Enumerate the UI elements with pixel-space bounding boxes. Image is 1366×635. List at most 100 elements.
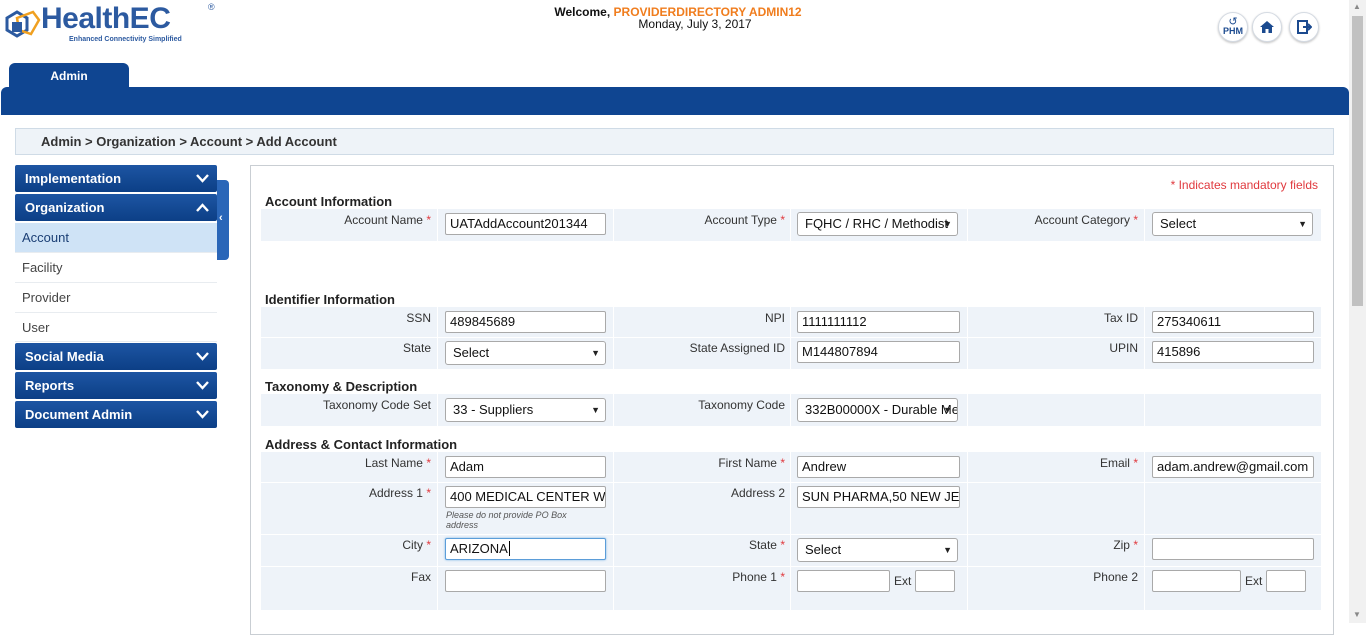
tax-id-input[interactable]: 275340611	[1152, 311, 1314, 333]
sidebar-label-organization: Organization	[25, 200, 105, 215]
phone1-input[interactable]	[797, 570, 890, 592]
mandatory-note: * Indicates mandatory fields	[1170, 178, 1318, 192]
account-name-input[interactable]: UATAddAccount201344	[445, 213, 606, 235]
address1-hint: Please do not provide PO Box address	[446, 510, 567, 530]
scroll-down-icon[interactable]: ▼	[1353, 610, 1361, 619]
taxonomy-code-label: Taxonomy Code	[698, 398, 785, 412]
address-state-select[interactable]: Select ▼	[797, 538, 958, 562]
logout-button[interactable]	[1289, 12, 1319, 42]
city-value: ARIZONA	[450, 541, 508, 556]
taxonomy-code-set-label: Taxonomy Code Set	[322, 398, 431, 412]
account-type-select[interactable]: FQHC / RHC / Methodist ▼	[797, 212, 958, 236]
address-state-label: State *	[748, 538, 785, 552]
tax-id-label: Tax ID	[1103, 311, 1138, 325]
chevron-down-icon	[196, 352, 209, 361]
state-value: Select	[453, 345, 490, 360]
state-assigned-id-input[interactable]: M144807894	[797, 341, 960, 363]
chevron-left-icon: ‹	[219, 212, 223, 224]
scroll-up-icon[interactable]: ▲	[1353, 2, 1361, 11]
section-identifier-info: Identifier Information	[265, 292, 395, 307]
zip-input[interactable]	[1152, 538, 1314, 560]
dropdown-arrow-icon: ▼	[591, 348, 600, 358]
email-label: Email *	[1099, 456, 1138, 470]
address2-label: Address 2	[730, 486, 785, 500]
account-category-label: Account Category *	[1034, 213, 1138, 227]
fax-label: Fax	[410, 570, 431, 584]
address1-label: Address 1 *	[368, 486, 431, 500]
phone1-ext-input[interactable]	[915, 570, 955, 592]
dropdown-arrow-icon: ▼	[1298, 219, 1307, 229]
sidebar-item-implementation[interactable]: Implementation	[15, 165, 217, 192]
city-label: City *	[402, 538, 431, 552]
dropdown-arrow-icon: ▼	[943, 405, 952, 415]
upin-input[interactable]: 415896	[1152, 341, 1314, 363]
phm-button[interactable]: ↺ PHM	[1218, 12, 1248, 42]
sidebar-label-social-media: Social Media	[25, 349, 104, 364]
sidebar-item-organization[interactable]: Organization	[15, 194, 217, 221]
chevron-down-icon	[196, 381, 209, 390]
home-icon	[1260, 21, 1274, 33]
npi-input[interactable]: 1111111112	[797, 311, 960, 333]
dropdown-arrow-icon: ▼	[943, 219, 952, 229]
account-name-label: Account Name *	[344, 213, 431, 227]
sidebar-item-facility[interactable]: Facility	[15, 253, 217, 283]
address-state-value: Select	[805, 542, 842, 557]
zip-label: Zip *	[1113, 538, 1138, 552]
taxonomy-code-set-value: 33 - Suppliers	[453, 402, 534, 417]
phone1-label: Phone 1 *	[732, 570, 785, 584]
first-name-label: First Name *	[718, 456, 785, 470]
ssn-label: SSN	[406, 311, 431, 325]
nav-bar	[1, 87, 1349, 115]
sidebar-collapse-handle[interactable]: ‹	[217, 180, 229, 260]
taxonomy-code-set-select[interactable]: 33 - Suppliers ▼	[445, 398, 606, 422]
phone2-label: Phone 2	[1093, 570, 1138, 584]
phone2-ext-input[interactable]	[1266, 570, 1306, 592]
email-input[interactable]: adam.andrew@gmail.com	[1152, 456, 1314, 478]
state-label: State	[402, 341, 431, 355]
breadcrumb: Admin > Organization > Account > Add Acc…	[15, 128, 1334, 155]
upin-label: UPIN	[1109, 341, 1138, 355]
phone2-ext-label: Ext	[1245, 574, 1263, 588]
address2-input[interactable]: SUN PHARMA,50 NEW JERSEY	[797, 486, 960, 508]
phm-label: PHM	[1223, 26, 1243, 36]
scrollbar[interactable]: ▲ ▼	[1349, 0, 1366, 623]
sidebar-item-reports[interactable]: Reports	[15, 372, 217, 399]
sidebar-label-document-admin: Document Admin	[25, 407, 133, 422]
sidebar-item-account[interactable]: Account	[15, 223, 217, 253]
address1-input[interactable]: 400 MEDICAL CENTER WAY	[445, 486, 606, 508]
dropdown-arrow-icon: ▼	[591, 405, 600, 415]
sidebar-label-implementation: Implementation	[25, 171, 122, 186]
account-category-select[interactable]: Select ▼	[1152, 212, 1313, 236]
taxonomy-code-select[interactable]: 332B00000X - Durable Medical▼	[797, 398, 958, 422]
section-account-info: Account Information	[265, 194, 393, 209]
last-name-input[interactable]: Adam	[445, 456, 606, 478]
tab-admin[interactable]: Admin	[9, 63, 129, 88]
fax-input[interactable]	[445, 570, 606, 592]
ssn-input[interactable]: 489845689	[445, 311, 606, 333]
state-select[interactable]: Select ▼	[445, 341, 606, 365]
phone2-input[interactable]	[1152, 570, 1241, 592]
chevron-down-icon	[196, 410, 209, 419]
chevron-up-icon	[196, 203, 209, 212]
account-type-value: FQHC / RHC / Methodist	[805, 216, 949, 231]
first-name-input[interactable]: Andrew	[797, 456, 960, 478]
section-taxonomy: Taxonomy & Description	[265, 379, 418, 394]
sidebar-item-document-admin[interactable]: Document Admin	[15, 401, 217, 428]
current-date: Monday, July 3, 2017	[638, 17, 752, 31]
sidebar-item-social-media[interactable]: Social Media	[15, 343, 217, 370]
home-button[interactable]	[1252, 12, 1282, 42]
city-input[interactable]: ARIZONA	[445, 538, 606, 560]
logo-tagline: Enhanced Connectivity Simplified	[69, 36, 182, 43]
section-address: Address & Contact Information	[265, 437, 458, 452]
sidebar-label-reports: Reports	[25, 378, 75, 393]
phone1-ext-label: Ext	[894, 574, 912, 588]
scroll-thumb[interactable]	[1352, 16, 1363, 306]
text-cursor	[508, 541, 510, 556]
sidebar-item-provider[interactable]: Provider	[15, 283, 217, 313]
chevron-down-icon	[196, 174, 209, 183]
sidebar-item-user[interactable]: User	[15, 313, 217, 342]
state-assigned-id-label: State Assigned ID	[689, 341, 785, 355]
account-type-label: Account Type *	[704, 213, 785, 227]
dropdown-arrow-icon: ▼	[943, 545, 952, 555]
last-name-label: Last Name *	[364, 456, 431, 470]
